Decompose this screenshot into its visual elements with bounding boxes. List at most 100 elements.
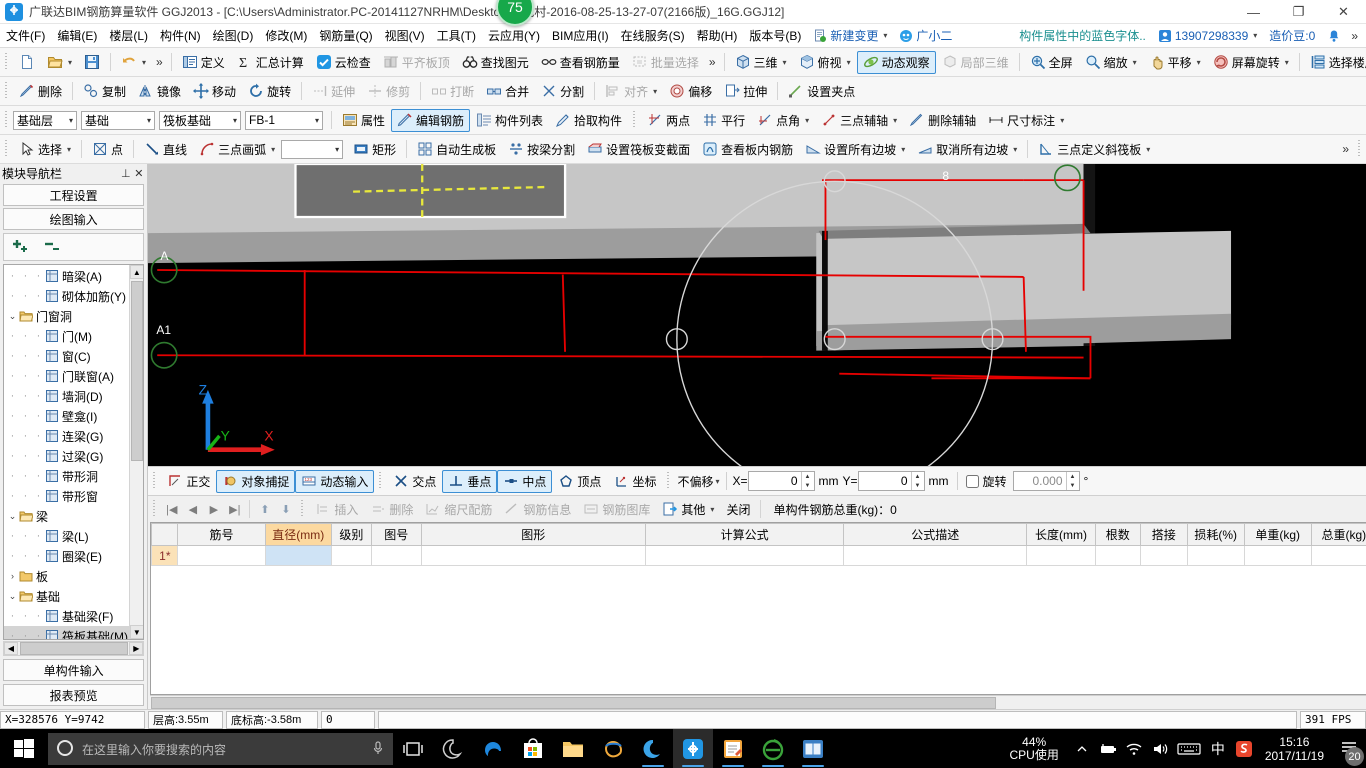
- col-lap[interactable]: 搭接: [1139, 523, 1188, 546]
- cell-shape[interactable]: [420, 545, 646, 566]
- split-by-beam-button[interactable]: 按梁分割: [502, 138, 581, 161]
- cloud-check-button[interactable]: 云检查: [310, 51, 377, 74]
- cell-lap[interactable]: [1139, 545, 1188, 566]
- tree-item-4[interactable]: · · · 窗(C): [4, 346, 129, 366]
- toolbar4-overflow[interactable]: »: [1338, 142, 1353, 156]
- update-badge[interactable]: 75: [496, 0, 534, 26]
- rebar-grip[interactable]: [151, 500, 159, 518]
- raft-section-button[interactable]: 设置筏板变截面: [581, 138, 696, 161]
- taskbar-app-dictionary[interactable]: [793, 729, 833, 768]
- new-change-button[interactable]: 新建变更 ▾: [807, 25, 893, 46]
- tree-horizontal-scrollbar[interactable]: ◀ ▶: [3, 641, 145, 656]
- three-d-button[interactable]: 三维 ▾: [729, 51, 793, 74]
- point-tool-button[interactable]: 点: [86, 138, 129, 161]
- microphone-icon[interactable]: [371, 740, 385, 759]
- toolbar-grip-3b[interactable]: [631, 111, 639, 129]
- minimize-button[interactable]: —: [1231, 0, 1276, 24]
- incline-raft-caret[interactable]: ▾: [1146, 145, 1150, 154]
- drawing-viewport[interactable]: Z X Y A A1 8: [148, 164, 1366, 466]
- rotate-spinner[interactable]: ▲ ▼: [1065, 472, 1079, 490]
- save-file-button[interactable]: [78, 51, 106, 73]
- project-settings-button[interactable]: 工程设置: [3, 184, 145, 206]
- shape-combo-caret[interactable]: ▾: [329, 145, 339, 154]
- tree-item-0[interactable]: · · · 暗梁(A): [4, 266, 129, 286]
- arc-tool-caret[interactable]: ▾: [271, 145, 275, 154]
- ime-cn-icon[interactable]: 中: [1205, 729, 1231, 768]
- taskbar-app-store[interactable]: [513, 729, 553, 768]
- report-preview-button[interactable]: 报表预览: [3, 684, 145, 706]
- zoom-caret[interactable]: ▾: [1133, 58, 1137, 67]
- tree-item-16[interactable]: ⌄ 基础: [4, 586, 129, 606]
- incline-raft-button[interactable]: 三点定义斜筏板 ▾: [1032, 138, 1156, 161]
- keyboard-icon[interactable]: [1173, 729, 1205, 768]
- x-input-field[interactable]: [748, 472, 801, 490]
- floor-combo[interactable]: 基础层 ▾: [13, 110, 77, 130]
- grid-horizontal-scrollbar[interactable]: [150, 695, 1366, 709]
- screen-rotate-button[interactable]: 屏幕旋转 ▾: [1207, 51, 1295, 74]
- col-fig-no[interactable]: 图号: [370, 523, 422, 546]
- menu-edit[interactable]: 编辑(E): [51, 24, 103, 47]
- stretch-button[interactable]: 拉伸: [718, 80, 773, 103]
- cell-formula[interactable]: [644, 545, 845, 566]
- taskbar-app-glodon-cloud[interactable]: [633, 729, 673, 768]
- dynamic-input-toggle[interactable]: 123 动态输入: [295, 469, 375, 493]
- menu-rebar-qty[interactable]: 钢筋量(Q): [313, 24, 378, 47]
- collapse-all-icon[interactable]: [44, 238, 66, 257]
- category-combo[interactable]: 基础 ▾: [81, 110, 155, 130]
- scale-rebar-button[interactable]: 缩尺配筋: [419, 498, 498, 521]
- component-name-combo[interactable]: FB-1 ▾: [245, 110, 323, 130]
- tree-item-3[interactable]: · · · 门(M): [4, 326, 129, 346]
- component-type-combo[interactable]: 筏板基础 ▾: [159, 110, 241, 130]
- shape-combo[interactable]: ▾: [281, 139, 344, 159]
- three-d-caret[interactable]: ▾: [783, 58, 787, 67]
- dimension-caret[interactable]: ▾: [1060, 116, 1064, 125]
- top-view-button[interactable]: 俯视 ▾: [793, 51, 857, 74]
- delete-button[interactable]: 删除: [13, 80, 68, 103]
- tree-item-14[interactable]: · · · 圈梁(E): [4, 546, 129, 566]
- menu-overflow-button[interactable]: »: [1347, 29, 1362, 43]
- arc-tool-button[interactable]: 三点画弧 ▾: [193, 138, 281, 161]
- property-button[interactable]: 属性: [336, 109, 391, 132]
- col-loss[interactable]: 损耗(%): [1186, 523, 1245, 546]
- parallel-axis-button[interactable]: 平行: [696, 109, 751, 132]
- col-total-weight[interactable]: 总重(kg): [1310, 523, 1366, 546]
- three-point-axis-caret[interactable]: ▾: [893, 116, 897, 125]
- local-3d-button[interactable]: 局部三维: [936, 51, 1015, 74]
- toolbar-grip-4[interactable]: [3, 140, 10, 158]
- next-record-button[interactable]: ▶: [203, 499, 224, 519]
- expand-all-icon[interactable]: [12, 238, 34, 257]
- open-file-caret[interactable]: ▾: [68, 58, 72, 67]
- beans-indicator[interactable]: 造价豆:0: [1263, 25, 1321, 46]
- cell-length[interactable]: [1026, 545, 1096, 566]
- y-input-field[interactable]: [858, 472, 911, 490]
- edit-rebar-button[interactable]: 编辑钢筋: [391, 108, 471, 132]
- batch-select-button[interactable]: 批量选择: [626, 51, 705, 74]
- prev-record-button[interactable]: ◀: [182, 499, 203, 519]
- set-all-slope-caret[interactable]: ▾: [901, 145, 905, 154]
- undo-button[interactable]: ▾: [115, 51, 152, 73]
- point-angle-button[interactable]: 点角 ▾: [751, 109, 815, 132]
- cpu-usage-indicator[interactable]: 44% CPU使用: [999, 736, 1068, 762]
- col-rebar-no[interactable]: 筋号: [177, 523, 266, 546]
- col-formula[interactable]: 计算公式: [644, 523, 845, 546]
- snapbar-grip-2[interactable]: [377, 472, 385, 490]
- merge-button[interactable]: 合并: [480, 80, 535, 103]
- start-button[interactable]: [0, 729, 48, 768]
- pan-caret[interactable]: ▾: [1197, 58, 1201, 67]
- component-type-caret[interactable]: ▾: [227, 116, 237, 125]
- col-grade[interactable]: 级别: [330, 523, 372, 546]
- offset-mode-dropdown[interactable]: 不偏移 ▾: [675, 473, 721, 490]
- tree-expander[interactable]: ⌄: [6, 311, 19, 322]
- move-down-button[interactable]: ⬇: [275, 499, 296, 519]
- tree-expander[interactable]: ›: [6, 571, 19, 581]
- ortho-toggle[interactable]: 正交: [161, 470, 216, 493]
- delete-row-button[interactable]: 删除: [364, 498, 419, 521]
- select-floor-button[interactable]: 选择楼层: [1304, 51, 1366, 74]
- x-spinner[interactable]: ▲ ▼: [800, 472, 814, 490]
- tree-hscroll-thumb[interactable]: [20, 642, 128, 655]
- zoom-button[interactable]: 缩放 ▾: [1079, 51, 1143, 74]
- summary-calc-button[interactable]: Σ 汇总计算: [231, 51, 310, 74]
- cancel-all-slope-caret[interactable]: ▾: [1013, 145, 1017, 154]
- break-button[interactable]: 打断: [425, 80, 480, 103]
- offset-mode-caret[interactable]: ▾: [715, 477, 719, 486]
